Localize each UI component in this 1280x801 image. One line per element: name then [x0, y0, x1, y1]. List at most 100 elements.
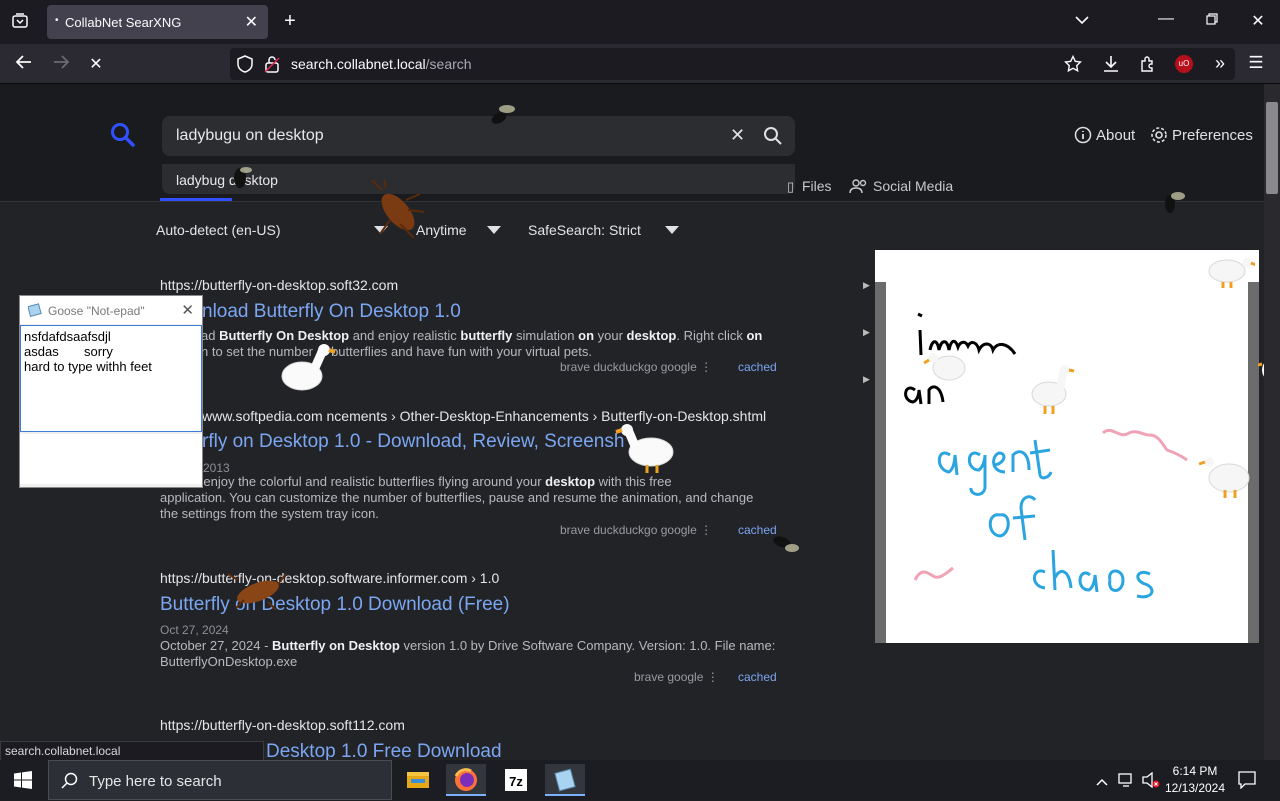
- navigation-toolbar: ✕ search.collabnet.local/search uO » ☰: [0, 44, 1280, 84]
- search-input[interactable]: [176, 125, 696, 147]
- page-scrollbar[interactable]: [1264, 84, 1280, 760]
- notepad-lower-pane: [20, 434, 202, 484]
- windows-taskbar: Type here to search 7z 6:14 PM 12/13/202…: [0, 760, 1280, 800]
- 7zip-icon[interactable]: 7z: [496, 764, 536, 796]
- goose-notepad-taskbar-icon[interactable]: [545, 764, 585, 796]
- language-select[interactable]: Auto-detect (en-US): [156, 222, 281, 238]
- result-snippet: October 27, 2024 - Butterfly on Desktop …: [160, 638, 776, 669]
- goose-sprite[interactable]: [1205, 253, 1257, 289]
- minimize-window-button[interactable]: —: [1156, 10, 1176, 28]
- taskbar-search-placeholder: Type here to search: [89, 773, 222, 790]
- goose-drawing-panel: [875, 250, 1259, 643]
- firefox-icon[interactable]: [446, 764, 486, 796]
- collapse-arrow-icon[interactable]: ▶: [863, 327, 870, 338]
- category-social-media[interactable]: Social Media: [873, 178, 953, 194]
- tracking-protection-shield-icon[interactable]: [236, 55, 254, 78]
- people-icon: [849, 178, 869, 199]
- svg-text:7z: 7z: [509, 774, 523, 789]
- stop-loading-icon[interactable]: ✕: [86, 54, 106, 74]
- new-tab-button[interactable]: +: [280, 10, 300, 33]
- autocomplete-suggestion[interactable]: ladybug desktop: [162, 164, 795, 194]
- result-url[interactable]: https://butterfly-on-desktop.soft32.com: [160, 277, 398, 293]
- cockroach-sprite[interactable]: [370, 179, 426, 245]
- safesearch-dropdown-caret-icon[interactable]: [665, 226, 679, 234]
- result-title[interactable]: Desktop 1.0 Free Download: [266, 741, 502, 760]
- goose-sprite[interactable]: [923, 338, 973, 392]
- overflow-chevrons-icon[interactable]: »: [1210, 53, 1230, 74]
- result-title[interactable]: rfly on Desktop 1.0 - Download, Review, …: [202, 431, 624, 453]
- notepad-close-icon[interactable]: ✕: [181, 301, 194, 319]
- windows-start-icon[interactable]: [14, 771, 32, 794]
- fly-sprite[interactable]: [485, 100, 519, 135]
- insecure-lock-icon[interactable]: [264, 55, 280, 78]
- searxng-logo-search-icon[interactable]: [110, 122, 136, 153]
- notepad-text-area[interactable]: [20, 325, 202, 432]
- notepad-titlebar[interactable]: Goose "Not-epad" ✕: [20, 296, 202, 324]
- gear-icon: [1149, 125, 1169, 150]
- result-snippet: ad and enjoy the colorful and realistic …: [160, 474, 754, 521]
- fly-sprite[interactable]: [766, 528, 800, 563]
- fly-sprite[interactable]: [226, 162, 254, 199]
- time-range-dropdown-caret-icon[interactable]: [487, 226, 501, 234]
- cached-link[interactable]: cached: [738, 670, 777, 684]
- result-title[interactable]: nload Butterfly On Desktop 1.0: [202, 301, 461, 323]
- link-status-bar: search.collabnet.local: [0, 741, 264, 761]
- downloads-icon[interactable]: [1101, 55, 1121, 78]
- notepad-title: Goose "Not-epad": [48, 304, 145, 318]
- taskbar-search-icon: [61, 772, 79, 795]
- hamburger-menu-icon[interactable]: ☰: [1246, 53, 1266, 73]
- fly-sprite[interactable]: [1158, 186, 1188, 223]
- collapse-arrow-icon[interactable]: ▶: [863, 374, 870, 385]
- tab-title: CollabNet SearXNG: [65, 15, 182, 30]
- url-host: search.collabnet.local: [291, 56, 426, 72]
- safesearch-select[interactable]: SafeSearch: Strict: [528, 222, 641, 238]
- cached-link[interactable]: cached: [738, 360, 777, 374]
- tab-list-icon[interactable]: [8, 12, 32, 35]
- notifications-icon[interactable]: [1238, 771, 1256, 794]
- preferences-link[interactable]: Preferences: [1172, 127, 1253, 144]
- file-explorer-icon[interactable]: [398, 764, 438, 796]
- close-window-button[interactable]: ✕: [1248, 11, 1268, 31]
- tab-bar: • CollabNet SearXNG ✕ + — ✕: [0, 0, 1280, 44]
- tab-collabnet-searxng[interactable]: • CollabNet SearXNG ✕: [47, 5, 268, 39]
- system-clock[interactable]: 6:14 PM 12/13/2024: [1160, 763, 1230, 797]
- result-engines: brave duckduckgo google ⋮: [560, 360, 713, 374]
- result-engines: brave google ⋮: [634, 670, 719, 684]
- agent-of-chaos-drawing: [904, 312, 1188, 599]
- goose-sprite[interactable]: [1195, 450, 1255, 506]
- clear-search-icon[interactable]: ✕: [730, 125, 745, 146]
- result-url[interactable]: https://butterfly-on-desktop.software.in…: [160, 570, 499, 586]
- goose-sprite[interactable]: [615, 420, 677, 476]
- back-arrow-icon[interactable]: [14, 54, 34, 75]
- goose-sprite[interactable]: [1025, 362, 1077, 416]
- search-header: ✕ ladybug desktop About Preferences ▯ Fi…: [0, 84, 1264, 202]
- ublock-origin-icon[interactable]: uO: [1175, 55, 1193, 73]
- notepad-app-icon: [27, 303, 42, 322]
- active-category-underline: [160, 198, 232, 201]
- extensions-puzzle-icon[interactable]: [1138, 55, 1158, 78]
- bookmark-star-icon[interactable]: [1063, 54, 1083, 78]
- result-url[interactable]: https://butterfly-on-desktop.soft112.com: [160, 717, 405, 733]
- cockroach-sprite[interactable]: [227, 570, 288, 615]
- show-hidden-icons-chevron-icon[interactable]: [1096, 774, 1108, 792]
- result-title[interactable]: Butterfly on Desktop 1.0 Download (Free): [160, 594, 510, 616]
- goose-sprite[interactable]: [278, 340, 336, 398]
- about-link[interactable]: About: [1096, 127, 1135, 144]
- collapse-arrow-icon[interactable]: ▶: [863, 280, 870, 291]
- result-url[interactable]: www.softpedia.com ncements › Other-Deskt…: [202, 408, 766, 424]
- result-engines: brave duckduckgo google ⋮: [560, 523, 713, 537]
- scrollbar-thumb[interactable]: [1266, 102, 1278, 194]
- files-category-icon: ▯: [787, 179, 795, 194]
- restore-window-button[interactable]: [1202, 12, 1222, 30]
- result-date: Oct 27, 2024: [160, 623, 229, 637]
- forward-arrow-icon[interactable]: [51, 54, 71, 75]
- taskbar-search-box[interactable]: Type here to search: [48, 760, 392, 800]
- clock-time: 6:14 PM: [1172, 764, 1218, 778]
- category-files[interactable]: Files: [802, 178, 832, 194]
- list-all-tabs-chevron-icon[interactable]: [1072, 12, 1092, 30]
- tab-close-icon[interactable]: ✕: [245, 12, 258, 32]
- search-submit-icon[interactable]: [763, 126, 783, 151]
- volume-muted-icon[interactable]: [1142, 771, 1160, 793]
- network-icon[interactable]: [1118, 772, 1136, 793]
- address-bar[interactable]: search.collabnet.local/search: [230, 48, 1235, 80]
